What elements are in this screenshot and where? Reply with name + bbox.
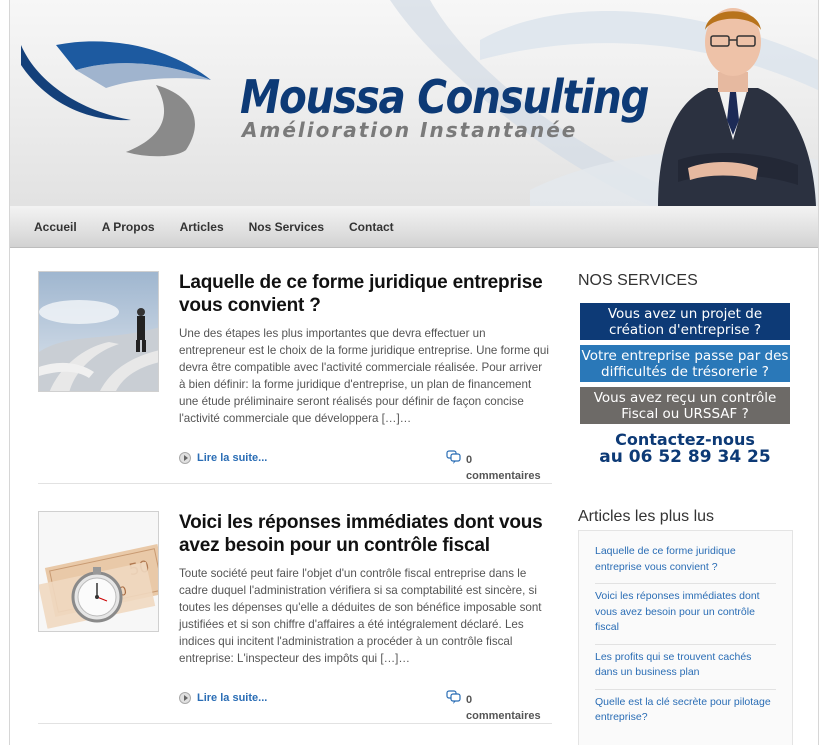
post-excerpt: Toute société peut faire l'objet d'un co… <box>179 567 542 665</box>
popular-heading: Articles les plus lus <box>578 508 715 525</box>
stopwatch-banknotes-image: 50 50 <box>39 512 158 631</box>
comment-label: commentaires <box>466 470 541 482</box>
read-more-label: Lire la suite... <box>197 692 268 704</box>
read-more-link[interactable]: Lire la suite... <box>179 692 267 704</box>
services-heading: NOS SERVICES <box>578 272 698 289</box>
service-banner-tresorerie[interactable]: Votre entreprise passe par des difficult… <box>580 345 790 382</box>
comment-count: 0 <box>466 694 473 706</box>
read-more-link[interactable]: Lire la suite... <box>179 452 267 464</box>
post-article: Laquelle de ce forme juridique entrepris… <box>38 271 552 486</box>
comment-count: 0 <box>466 454 473 466</box>
nav-item-a-propos[interactable]: A Propos <box>102 220 155 234</box>
main-nav: Accueil A Propos Articles Nos Services C… <box>10 206 818 248</box>
post-title[interactable]: Voici les réponses immédiates dont vous … <box>179 511 559 557</box>
logo-icon <box>21 41 211 157</box>
play-arrow-icon <box>179 452 191 464</box>
post-thumbnail[interactable]: 50 50 <box>38 511 159 632</box>
popular-article-link[interactable]: Voici les réponses immédiates dont vous … <box>595 584 776 645</box>
nav-item-contact[interactable]: Contact <box>349 220 394 234</box>
comment-bubble-icon <box>446 690 461 704</box>
consultant-photo <box>658 8 816 206</box>
nav-item-accueil[interactable]: Accueil <box>34 220 77 234</box>
site-header: Moussa Consulting Amélioration Instantan… <box>10 0 818 206</box>
brand-tagline: Amélioration Instantanée <box>242 118 578 142</box>
post-divider <box>38 723 552 724</box>
post-title[interactable]: Laquelle de ce forme juridique entrepris… <box>179 271 559 317</box>
contact-phone[interactable]: au 06 52 89 34 25 <box>580 447 790 467</box>
service-banner-controle[interactable]: Vous avez reçu un contrôle Fiscal ou URS… <box>580 387 790 424</box>
post-excerpt: Une des étapes les plus importantes que … <box>179 327 549 425</box>
post-divider <box>38 483 552 484</box>
popular-article-link[interactable]: Quelle est la clé secrète pour pilotage … <box>595 690 776 734</box>
brand-name: Moussa Consulting <box>240 70 650 124</box>
popular-article-link[interactable]: Laquelle de ce forme juridique entrepris… <box>595 539 776 584</box>
nav-item-nos-services[interactable]: Nos Services <box>249 220 324 234</box>
play-arrow-icon <box>179 692 191 704</box>
comment-label: commentaires <box>466 710 541 722</box>
comment-bubble-icon <box>446 450 461 464</box>
read-more-label: Lire la suite... <box>197 452 268 464</box>
nav-item-articles[interactable]: Articles <box>180 220 224 234</box>
post-thumbnail[interactable] <box>38 271 159 392</box>
post-article: 50 50 Voici les réponses immédiates dont… <box>38 511 552 726</box>
page-container: Moussa Consulting Amélioration Instantan… <box>9 0 819 745</box>
popular-article-link[interactable]: Les profits qui se trouvent cachés dans … <box>595 645 776 690</box>
business-crossroads-image <box>39 272 158 391</box>
popular-articles-box: Laquelle de ce forme juridique entrepris… <box>578 530 793 745</box>
service-banner-creation[interactable]: Vous avez un projet de création d'entrep… <box>580 303 790 340</box>
